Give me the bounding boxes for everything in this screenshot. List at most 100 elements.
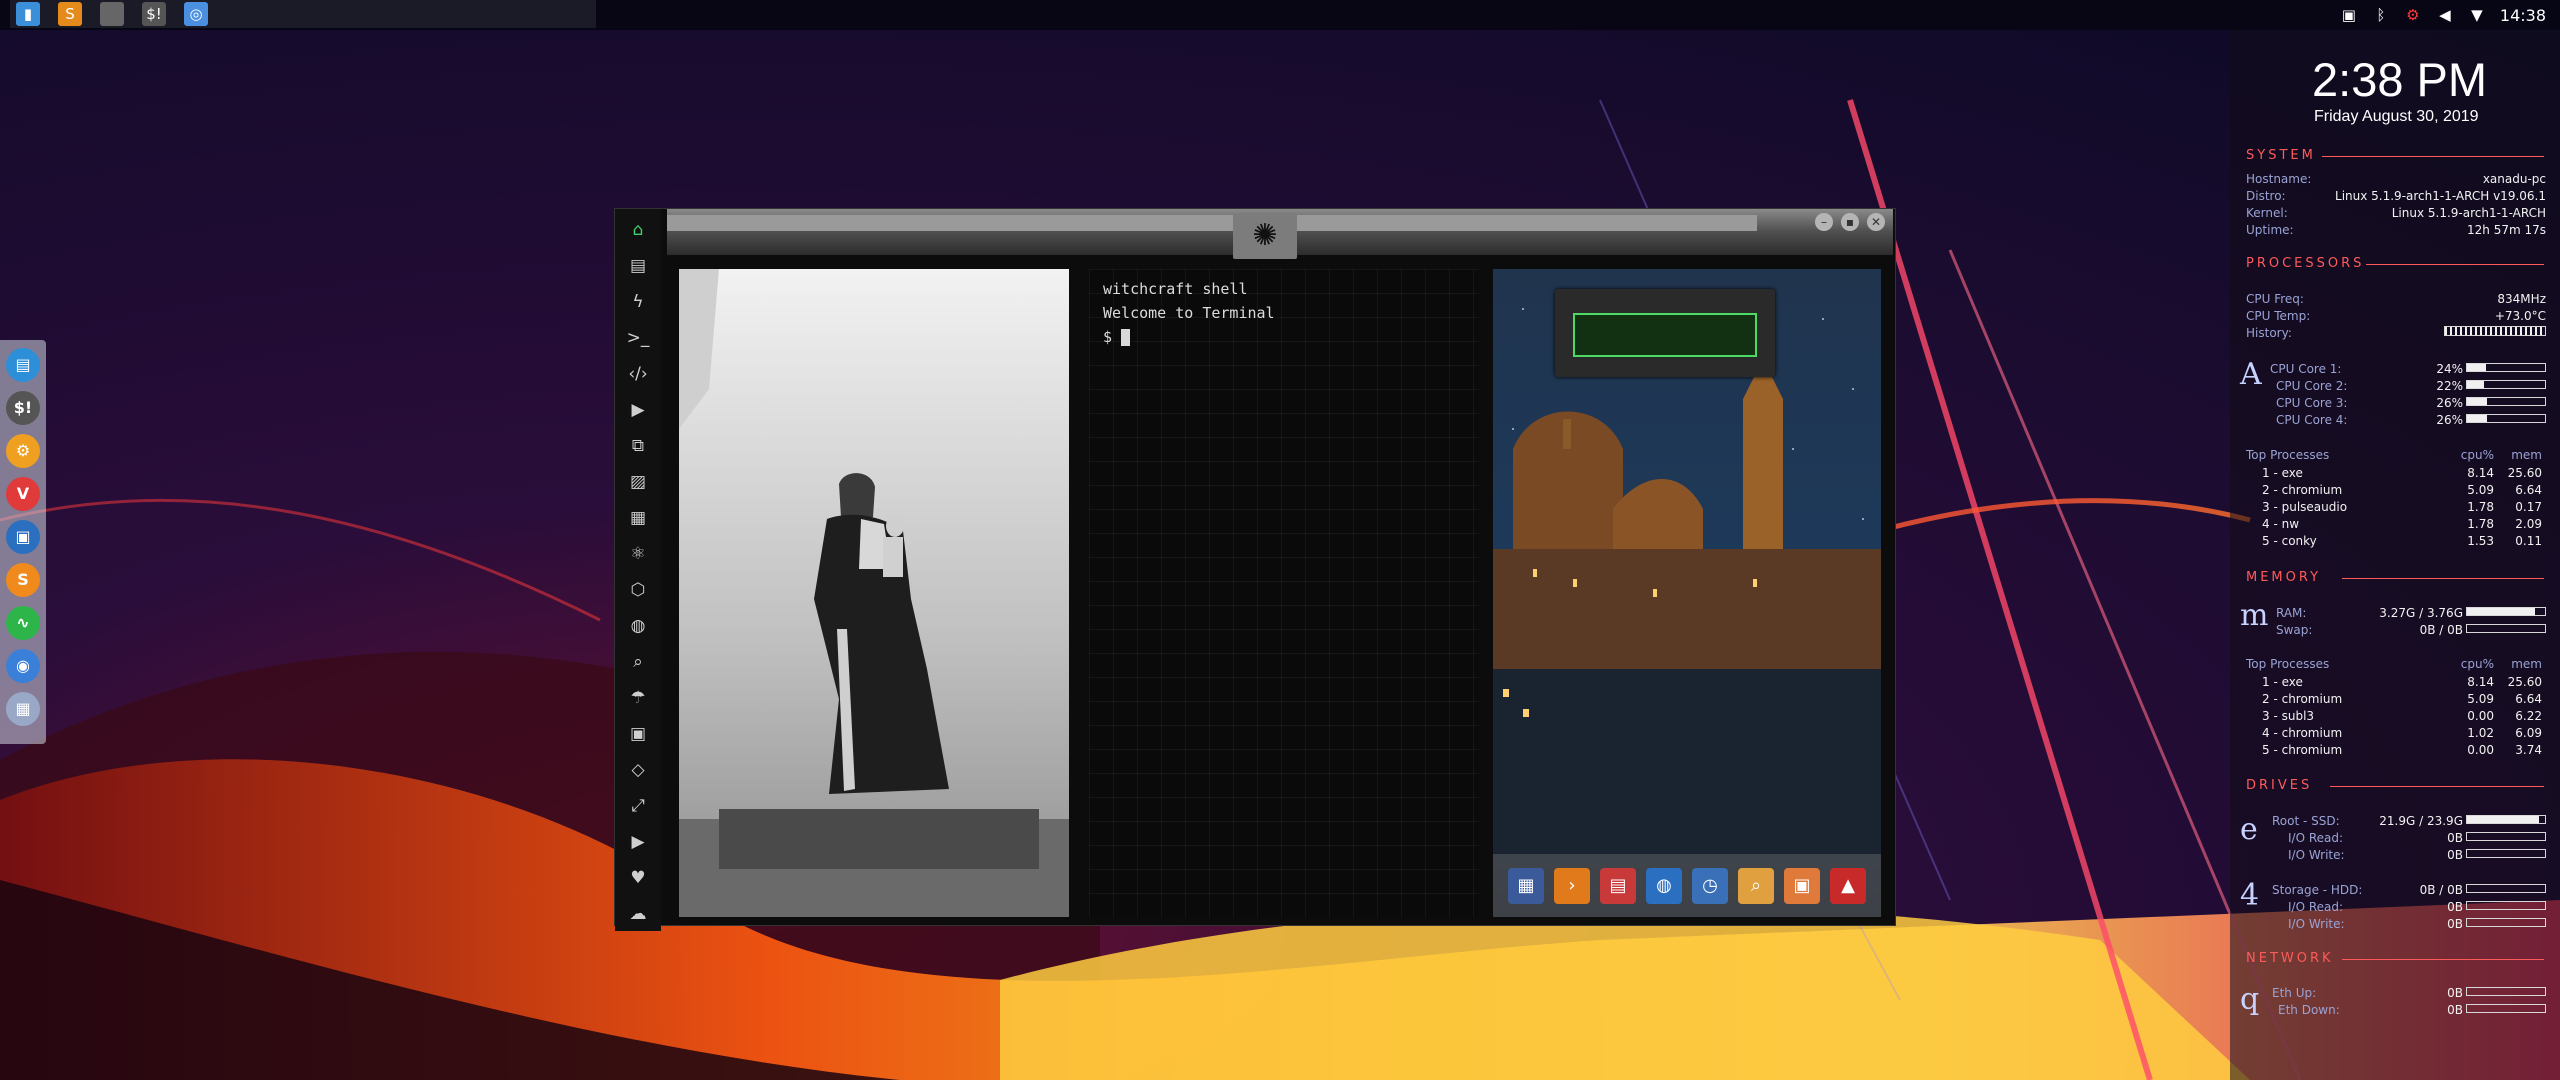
screenshot-icon[interactable]: ▣ (2340, 6, 2358, 24)
search-icon[interactable]: ⌕ (1738, 867, 1774, 904)
cpu-core-percent: 24% (2436, 362, 2463, 376)
si-app-icon[interactable]: $! (142, 2, 166, 26)
folder-icon[interactable]: ▮ (16, 2, 40, 26)
grid-icon[interactable]: ▦ (6, 692, 40, 726)
image-icon[interactable]: ▨ (623, 467, 653, 497)
document-icon[interactable]: ▤ (623, 251, 653, 281)
conky-date: Friday August 30, 2019 (2314, 108, 2479, 125)
cpu-core-bar (2466, 397, 2546, 406)
process-cpu: 1.78 (2467, 517, 2494, 531)
process-name: 4 - chromium (2262, 726, 2343, 740)
taskbar-clock[interactable]: 14:38 (2500, 6, 2546, 25)
process-name: 2 - chromium (2262, 483, 2343, 497)
atom-icon[interactable]: ⚛ (623, 539, 653, 569)
process-mem: 2.09 (2515, 517, 2542, 531)
up-arrow-icon[interactable]: ▲ (1830, 867, 1866, 904)
cpu-core-label: CPU Core 3: (2276, 396, 2348, 410)
city-dock: ▦ › ▤ ◍ ◷ ⌕ ▣ ▲ (1493, 854, 1881, 917)
close-button[interactable]: ✕ (1867, 213, 1885, 231)
expand-icon[interactable]: ⤢ (623, 791, 653, 821)
sublime-icon[interactable]: S (6, 563, 40, 597)
city-search-input[interactable] (1573, 313, 1757, 357)
window-titlebar[interactable]: ✺ – ▪ ✕ (667, 209, 1893, 259)
network-section-title: NETWORK (2246, 951, 2334, 966)
chromium-icon[interactable]: ◎ (184, 2, 208, 26)
section-divider (2322, 156, 2544, 157)
section-divider (2342, 959, 2544, 960)
drives-section-title: DRIVES (2246, 778, 2313, 793)
process-cpu: 0.00 (2467, 709, 2494, 723)
settings-icon[interactable]: ⚙ (6, 434, 40, 468)
cpu-top-processes-header: Top Processes cpu% mem (2246, 448, 2542, 462)
code-icon[interactable]: ‹/› (623, 359, 653, 389)
newspaper-icon[interactable]: ▦ (623, 503, 653, 533)
terminal-prompt[interactable]: $ (1089, 325, 1479, 349)
text-cursor (1121, 329, 1131, 346)
terminal-icon[interactable]: >_ (623, 323, 653, 353)
process-mem: 0.17 (2515, 500, 2542, 514)
terminal-pane[interactable]: witchcraft shell Welcome to Terminal $ (1089, 269, 1479, 917)
globe-icon[interactable]: ◍ (1646, 867, 1682, 904)
blank-app-icon[interactable] (100, 2, 124, 26)
clock-icon[interactable]: ◷ (1692, 867, 1728, 904)
city-search-popup (1555, 289, 1775, 377)
search-icon[interactable]: ⌕ (623, 647, 653, 677)
window-controls: – ▪ ✕ (1815, 213, 1885, 231)
monitor-icon[interactable]: ∿ (6, 606, 40, 640)
eth-down-bar (2466, 1004, 2546, 1013)
process-name: 5 - conky (2262, 534, 2317, 548)
heart-icon[interactable]: ♥ (623, 863, 653, 893)
contact-icon[interactable]: ▣ (623, 719, 653, 749)
process-cpu: 1.02 (2467, 726, 2494, 740)
maximize-button[interactable]: ▪ (1841, 213, 1859, 231)
processors-section-title: PROCESSORS (2246, 256, 2365, 271)
image-viewer-icon[interactable]: ▣ (1784, 867, 1820, 904)
tag-icon[interactable]: ◇ (623, 755, 653, 785)
youtube-icon[interactable]: ▶ (623, 827, 653, 857)
cpu-history-graph (2444, 326, 2546, 336)
volume-icon[interactable]: ◀ (2436, 6, 2454, 24)
cloud-icon[interactable]: ☁ (623, 899, 653, 929)
cpu-core-bar (2466, 380, 2546, 389)
portrait-photo (679, 269, 1069, 917)
titlebar-strip (667, 215, 1757, 231)
bolt-icon[interactable]: ϟ (623, 287, 653, 317)
network-glyph: q (2240, 982, 2260, 1017)
display-icon[interactable]: ▣ (6, 520, 40, 554)
root-drive-bar (2466, 815, 2546, 824)
sublime-icon[interactable]: S (58, 2, 82, 26)
bluetooth-icon[interactable]: ᛒ (2372, 6, 2390, 24)
terminal-money-icon[interactable]: $! (6, 391, 40, 425)
play-icon[interactable]: ▶ (623, 395, 653, 425)
process-mem: 3.74 (2515, 743, 2542, 757)
city-pane: ▦ › ▤ ◍ ◷ ⌕ ▣ ▲ (1493, 269, 1881, 917)
umbrella-icon[interactable]: ☂ (623, 683, 653, 713)
cpu-core-label: CPU Core 2: (2276, 379, 2348, 393)
minimize-button[interactable]: – (1815, 213, 1833, 231)
process-cpu: 8.14 (2467, 466, 2494, 480)
cpu-core-percent: 22% (2436, 379, 2463, 393)
cpu-core-percent: 26% (2436, 396, 2463, 410)
files-icon[interactable]: ▤ (6, 348, 40, 382)
process-mem: 6.64 (2515, 692, 2542, 706)
process-name: 1 - exe (2262, 675, 2303, 689)
process-mem: 6.64 (2515, 483, 2542, 497)
cpu-core-label: CPU Core 1: (2270, 362, 2342, 376)
root-read-bar (2466, 832, 2546, 841)
settings-gear-icon[interactable]: ⚙ (2404, 6, 2422, 24)
vivaldi-icon[interactable]: V (6, 477, 40, 511)
conky-time: 2:38 PM (2312, 53, 2488, 106)
cpu-core-percent: 26% (2436, 413, 2463, 427)
globe-icon[interactable]: ◍ (623, 611, 653, 641)
calendar-icon[interactable]: ▤ (1600, 867, 1636, 904)
chromium-icon[interactable]: ◉ (6, 649, 40, 683)
process-name: 4 - nw (2262, 517, 2300, 531)
calculator-icon[interactable]: ▦ (1508, 867, 1544, 904)
terminal-icon[interactable]: › (1554, 867, 1590, 904)
copy-icon[interactable]: ⧉ (623, 431, 653, 461)
home-icon[interactable]: ⌂ (623, 215, 653, 245)
terminal-line: Welcome to Terminal (1103, 304, 1275, 322)
hexagon-icon[interactable]: ⬡ (623, 575, 653, 605)
process-name: 5 - chromium (2262, 743, 2343, 757)
wifi-icon[interactable]: ▼ (2468, 6, 2486, 24)
